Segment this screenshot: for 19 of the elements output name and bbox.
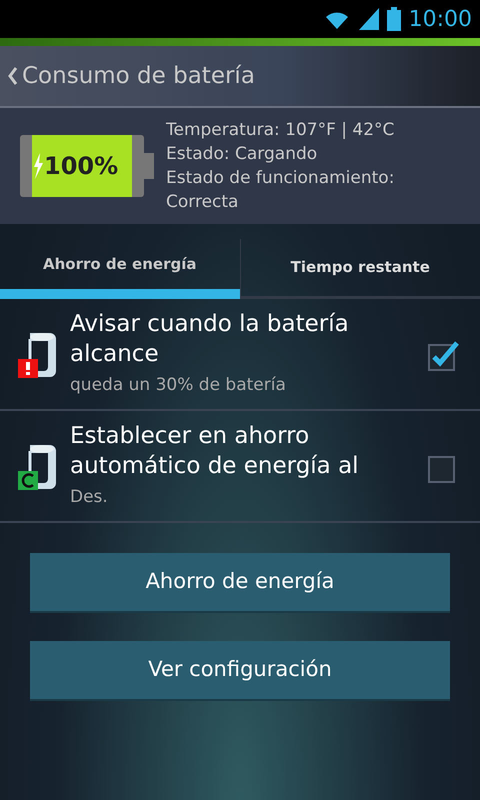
setting-title: Avisar cuando la batería alcance: [70, 310, 350, 370]
setting-summary: queda un 30% de batería: [70, 374, 287, 398]
setting-row[interactable]: Avisar cuando la batería alcance queda un 30% de batería: [0, 299, 480, 411]
battery-info: Estado: Cargando: [166, 143, 318, 166]
battery-info: Temperatura: 107°F | 42°C: [166, 119, 396, 142]
back-button[interactable]: Consumo de batería: [8, 58, 255, 94]
back-icon: [8, 66, 18, 86]
signal-icon: [358, 8, 379, 30]
setting-title: Establecer en ahorro automático de energía al: [70, 422, 360, 482]
action-button[interactable]: Ver configuración: [30, 641, 450, 701]
battery-percent: 100%: [44, 151, 118, 182]
battery-info: Estado de funcionamiento: Correcta: [166, 167, 396, 214]
battery-icon: [386, 7, 401, 31]
tab[interactable]: Ahorro de energía: [0, 239, 240, 299]
setting-row[interactable]: Establecer en ahorro automático de energía al Des.: [0, 411, 480, 523]
clock: 10:00: [408, 6, 472, 34]
setting-summary: Des.: [70, 486, 109, 510]
action-button[interactable]: Ahorro de energía: [30, 553, 450, 613]
tab[interactable]: Tiempo restante: [240, 239, 480, 299]
